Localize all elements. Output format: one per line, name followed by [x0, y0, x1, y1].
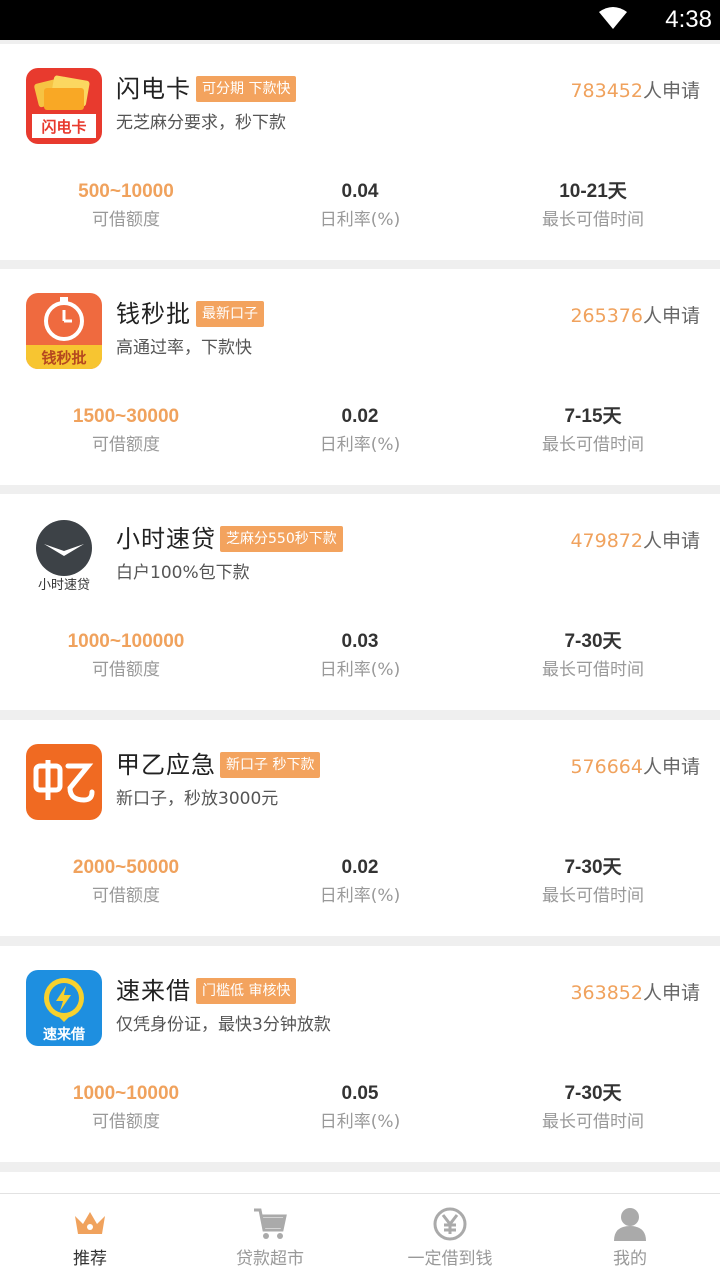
daily-rate: 0.02 日利率(%) [319, 857, 401, 906]
daily-rate: 0.04 日利率(%) [319, 181, 401, 230]
clock-icon: 小时速贷 [26, 518, 102, 594]
product-tag: 芝麻分550秒下款 [220, 526, 343, 552]
product-description: 无芝麻分要求，秒下款 [116, 113, 286, 133]
daily-rate: 0.03 日利率(%) [319, 631, 401, 680]
loan-amount: 2000~50000 可借额度 [72, 857, 180, 906]
jiayi-logo-icon: 甲乙 [26, 744, 102, 820]
product-tag: 可分期 下款快 [196, 76, 297, 102]
product-description: 新口子，秒放3000元 [116, 789, 279, 809]
product-name: 速来借 [116, 977, 191, 1005]
logo-text: 速来借 [43, 1027, 85, 1043]
loan-amount: 1000~10000 可借额度 [72, 1083, 180, 1132]
loan-term: 7-30天 最长可借时间 [542, 857, 644, 906]
applicant-count: 479872人申请 [570, 530, 700, 552]
product-tag: 新口子 秒下款 [220, 752, 321, 778]
product-list[interactable]: 闪电卡 闪电卡 可分期 下款快 783452人申请 无芝麻分要求，秒下款 500… [0, 40, 720, 1193]
applicant-count: 576664人申请 [570, 756, 700, 778]
product-name: 小时速贷 [116, 525, 216, 553]
loan-amount: 500~10000 可借额度 [78, 181, 174, 230]
product-tag: 最新口子 [196, 301, 264, 327]
status-bar: 4:38 [0, 0, 720, 40]
product-name: 钱秒批 [116, 300, 191, 328]
product-card[interactable]: 闪电卡 闪电卡 可分期 下款快 783452人申请 无芝麻分要求，秒下款 500… [0, 44, 720, 260]
tab-label: 一定借到钱 [407, 1249, 493, 1269]
tab-mine[interactable]: 我的 [540, 1194, 720, 1280]
product-description: 高通过率，下款快 [116, 338, 252, 358]
logo-text: 小时速贷 [37, 578, 90, 593]
loan-term: 7-30天 最长可借时间 [542, 1083, 644, 1132]
product-tag: 门槛低 审核快 [196, 978, 297, 1004]
status-time: 4:38 [665, 6, 712, 33]
product-name: 甲乙应急 [116, 751, 216, 779]
tab-label: 推荐 [73, 1249, 107, 1269]
daily-rate: 0.02 日利率(%) [319, 406, 401, 455]
logo-text: 钱秒批 [41, 349, 87, 367]
loan-amount: 1000~100000 可借额度 [67, 631, 185, 680]
logo-text: 闪电卡 [41, 118, 87, 136]
lightning-icon: 速来借 [26, 970, 102, 1046]
applicant-count: 265376人申请 [570, 305, 700, 327]
cart-icon [254, 1208, 287, 1239]
person-icon [614, 1208, 646, 1241]
loan-term: 10-21天 最长可借时间 [542, 181, 644, 230]
tab-label: 我的 [613, 1249, 647, 1269]
product-card[interactable]: 速来借 速来借 门槛低 审核快 363852人申请 仅凭身份证，最快3分钟放款 … [0, 946, 720, 1162]
product-description: 白户100%包下款 [116, 563, 250, 583]
tab-guaranteed-loan[interactable]: 一定借到钱 [360, 1194, 540, 1280]
product-card[interactable]: 甲乙 甲乙应急 新口子 秒下款 576664人申请 新口子，秒放3000元 20… [0, 720, 720, 936]
tab-loan-market[interactable]: 贷款超市 [180, 1194, 360, 1280]
bottom-tab-bar: 推荐 贷款超市 一定借到钱 我的 [0, 1193, 720, 1280]
yen-icon [433, 1207, 467, 1241]
loan-term: 7-30天 最长可借时间 [542, 631, 644, 680]
loan-term: 7-15天 最长可借时间 [542, 406, 644, 455]
wifi-icon [599, 7, 627, 29]
product-name: 闪电卡 [116, 75, 191, 103]
loan-amount: 1500~30000 可借额度 [72, 406, 180, 455]
credit-card-icon: 闪电卡 [26, 68, 102, 144]
daily-rate: 0.05 日利率(%) [319, 1083, 401, 1132]
applicant-count: 363852人申请 [570, 982, 700, 1004]
stopwatch-icon: 钱秒批 [26, 293, 102, 369]
product-card[interactable]: 钱秒批 钱秒批 最新口子 265376人申请 高通过率，下款快 1500~300… [0, 269, 720, 485]
product-card[interactable]: 小时速贷 小时速贷 芝麻分550秒下款 479872人申请 白户100%包下款 … [0, 494, 720, 710]
tab-label: 贷款超市 [236, 1249, 304, 1269]
tab-recommend[interactable]: 推荐 [0, 1194, 180, 1280]
product-card[interactable] [0, 1172, 720, 1193]
product-description: 仅凭身份证，最快3分钟放款 [116, 1015, 331, 1035]
applicant-count: 783452人申请 [570, 80, 700, 102]
crown-icon [75, 1212, 105, 1234]
